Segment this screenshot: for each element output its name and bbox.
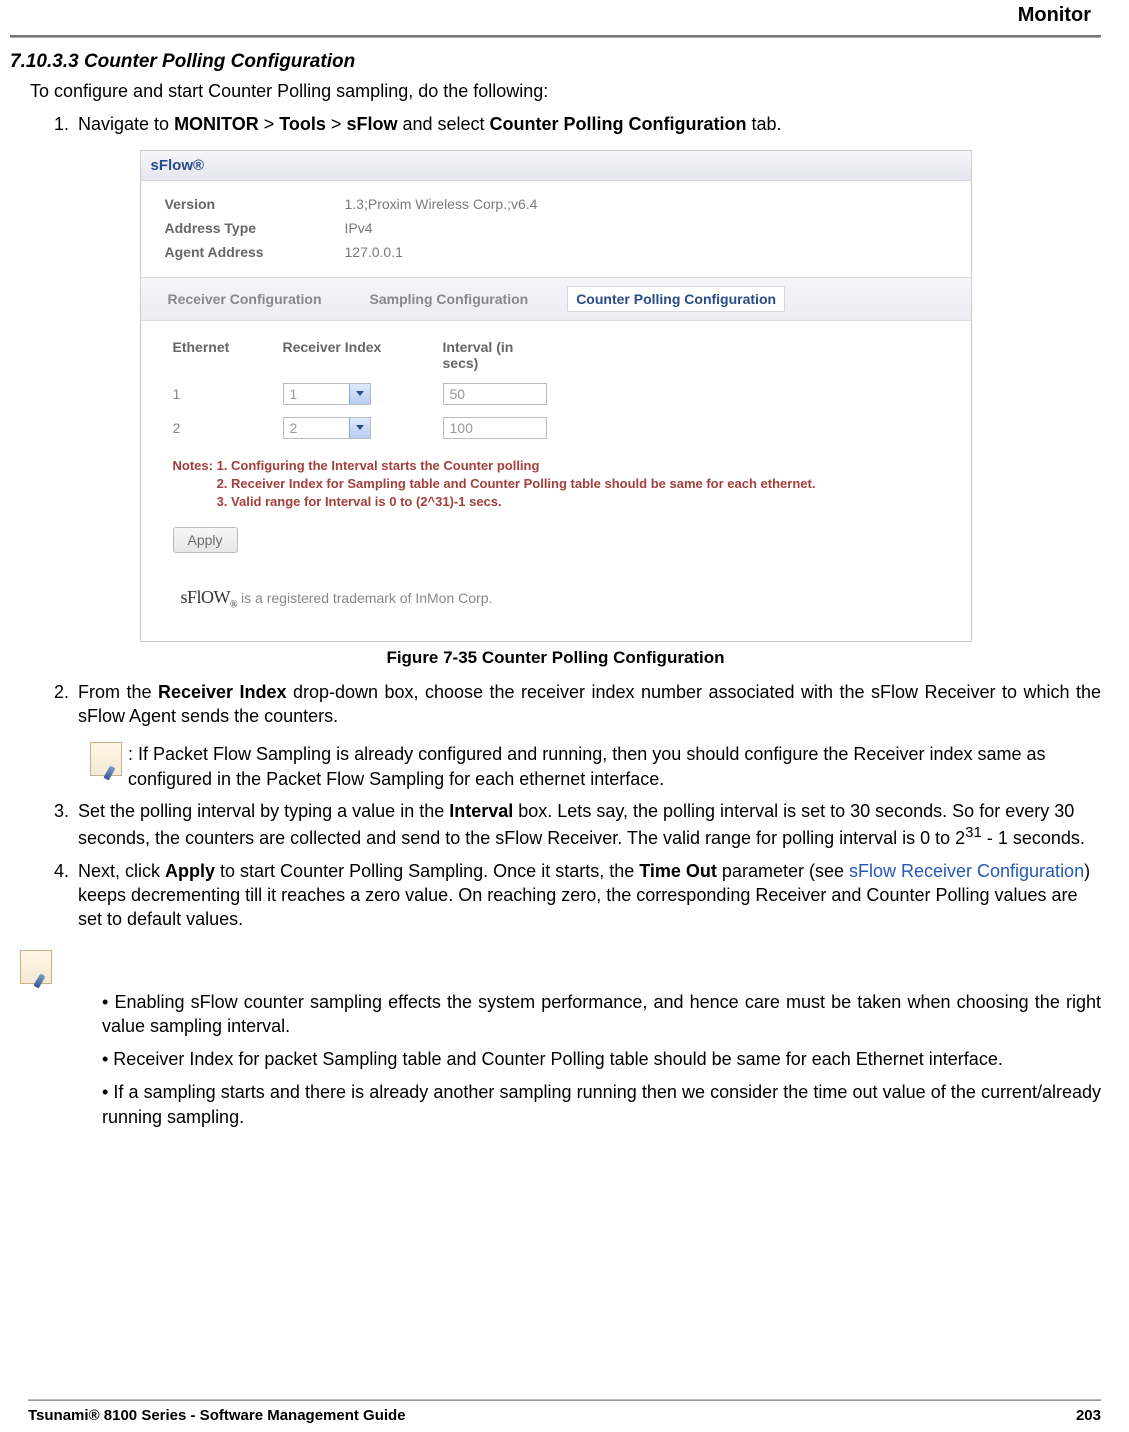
table-row: 2 2 100 [173,417,953,439]
version-value: 1.3;Proxim Wireless Corp.;v6.4 [345,193,538,217]
final-note-3: • If a sampling starts and there is alre… [102,1080,1101,1130]
info-row-agentaddr: Agent Address 127.0.0.1 [165,241,953,265]
note-icon [90,742,122,776]
page-number: 203 [1076,1407,1101,1424]
footer-left: Tsunami® 8100 Series - Software Manageme… [28,1407,406,1424]
step-4: Next, click Apply to start Counter Polli… [74,859,1101,932]
chevron-down-icon [356,425,364,430]
receiver-index-select-2[interactable]: 2 [283,417,371,439]
addrtype-label: Address Type [165,217,305,241]
sep2: > [326,114,347,134]
panel-table: Ethernet Receiver Index Interval (in sec… [141,321,971,457]
step-4-apply: Apply [165,861,215,881]
tab-counter-polling-config[interactable]: Counter Polling Configuration [567,286,785,312]
step-4-mid1: to start Counter Polling Sampling. Once … [215,861,639,881]
nav-sflow: sFlow [346,114,397,134]
step-4-pre: Next, click [78,861,165,881]
sflow-panel: sFlow® Version 1.3;Proxim Wireless Corp.… [140,150,972,642]
interval-input-2[interactable]: 100 [443,417,547,439]
header-rule [10,35,1101,37]
figure-caption: Figure 7-35 Counter Polling Configuratio… [10,648,1101,668]
info-row-version: Version 1.3;Proxim Wireless Corp.;v6.4 [165,193,953,217]
nav-tab-name: Counter Polling Configuration [490,114,747,134]
step-3-exp: 31 [965,824,982,841]
tab-sampling-config[interactable]: Sampling Configuration [361,286,538,312]
figure-panel: sFlow® Version 1.3;Proxim Wireless Corp.… [10,150,1101,668]
col-interval: Interval (in secs) [443,339,543,371]
receiver-index-value-1: 1 [284,384,349,404]
receiver-index-select-1[interactable]: 1 [283,383,371,405]
panel-tabs: Receiver Configuration Sampling Configur… [141,277,971,321]
nav-monitor: MONITOR [174,114,259,134]
steps-list-cont2: Set the polling interval by typing a val… [52,799,1101,931]
col-receiver-index: Receiver Index [283,339,403,371]
sep1: > [259,114,280,134]
step-3-pre: Set the polling interval by typing a val… [78,801,449,821]
dropdown-button-2[interactable] [349,418,370,438]
step-1-mid: and select [397,114,489,134]
agentaddr-label: Agent Address [165,241,305,265]
step-2-pre: From the [78,682,158,702]
table-header: Ethernet Receiver Index Interval (in sec… [173,339,953,371]
info-row-addrtype: Address Type IPv4 [165,217,953,241]
nav-tools: Tools [279,114,326,134]
step-3-field: Interval [449,801,513,821]
notes-3: 3. Valid range for Interval is 0 to (2^3… [217,494,502,509]
inline-note-text: : If Packet Flow Sampling is already con… [128,742,1101,791]
section-heading: 7.10.3.3 Counter Polling Configuration [10,51,1101,73]
final-note-1: • Enabling sFlow counter sampling effect… [102,990,1101,1040]
col-ethernet: Ethernet [173,339,243,371]
inline-note: : If Packet Flow Sampling is already con… [90,742,1101,791]
trademark-text: is a registered trademark of InMon Corp. [241,590,492,606]
final-note-2: • Receiver Index for packet Sampling tab… [102,1047,1101,1072]
panel-title: sFlow® [151,157,205,174]
table-row: 1 1 50 [173,383,953,405]
footer-rule [28,1399,1101,1401]
chapter-title: Monitor [10,0,1101,35]
step-2-field: Receiver Index [158,682,287,702]
interval-input-1[interactable]: 50 [443,383,547,405]
panel-info: Version 1.3;Proxim Wireless Corp.;v6.4 A… [141,181,971,276]
tab-receiver-config[interactable]: Receiver Configuration [159,286,331,312]
step-3-post: - 1 seconds. [982,828,1085,848]
agentaddr-value: 127.0.0.1 [345,241,403,265]
trademark-line: sFlOW® is a registered trademark of InMo… [141,569,971,641]
section-intro: To configure and start Counter Polling s… [30,81,1101,102]
steps-list-cont: From the Receiver Index drop-down box, c… [52,680,1101,729]
final-note-icon-wrap [20,950,1101,984]
step-4-timeout: Time Out [639,861,717,881]
ethernet-label-2: 2 [173,420,243,436]
section-title-text: Counter Polling Configuration [84,51,355,72]
notes-1: 1. Configuring the Interval starts the C… [217,458,540,473]
step-2: From the Receiver Index drop-down box, c… [74,680,1101,729]
step-4-mid2: parameter (see [717,861,849,881]
steps-list: Navigate to MONITOR > Tools > sFlow and … [52,112,1101,136]
addrtype-value: IPv4 [345,217,373,241]
final-notes: • Enabling sFlow counter sampling effect… [102,990,1101,1130]
panel-titlebar: sFlow® [141,151,971,181]
page-footer: Tsunami® 8100 Series - Software Manageme… [0,1399,1129,1424]
panel-notes: Notes: 1. Configuring the Interval start… [141,457,971,518]
chevron-down-icon [356,391,364,396]
step-1-post: tab. [746,114,781,134]
sflow-logo-icon: sFlOW® [181,587,238,607]
ethernet-label-1: 1 [173,386,243,402]
sflow-receiver-config-link[interactable]: sFlow Receiver Configuration [849,861,1084,881]
receiver-index-value-2: 2 [284,418,349,438]
dropdown-button-1[interactable] [349,384,370,404]
step-3: Set the polling interval by typing a val… [74,799,1101,851]
apply-button[interactable]: Apply [173,527,238,553]
notes-lead: Notes: [173,458,213,473]
note-icon [20,950,52,984]
step-1: Navigate to MONITOR > Tools > sFlow and … [74,112,1101,136]
version-label: Version [165,193,305,217]
section-number: 7.10.3.3 [10,51,79,72]
notes-2: 2. Receiver Index for Sampling table and… [217,476,816,491]
step-1-pre: Navigate to [78,114,174,134]
